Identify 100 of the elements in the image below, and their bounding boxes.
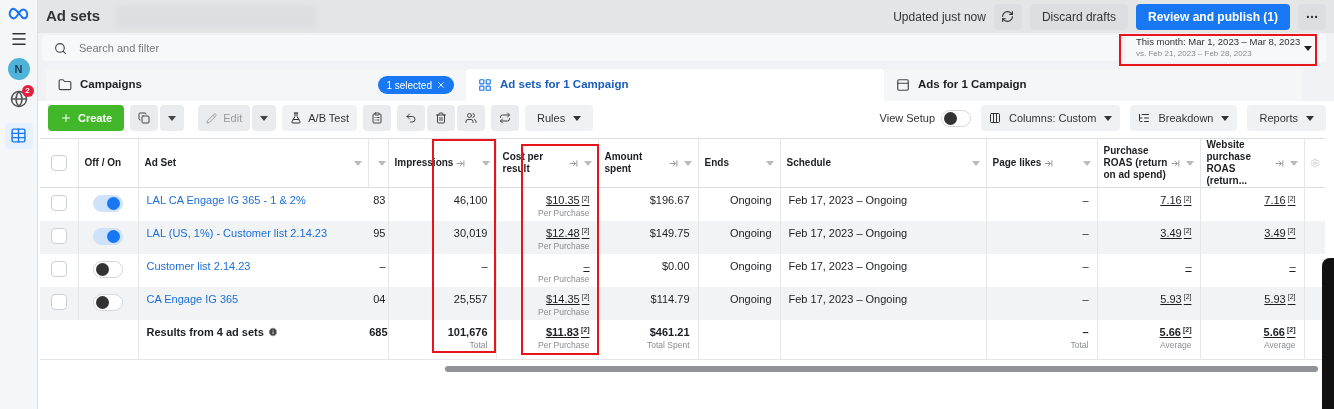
cell-value: 3.49$^{[2]}$ [1160,226,1192,239]
menu-icon[interactable] [9,30,28,48]
notifications-icon[interactable] [9,90,28,108]
refresh-button[interactable] [993,3,1022,30]
date-range-picker[interactable]: This month: Mar 1, 2023 – Mar 8, 2023 vs. Feb 21, 2023 – Feb 28, 2023 [1126,34,1326,62]
delete-button[interactable] [427,105,455,131]
undo-button[interactable] [397,105,425,131]
cell-value: $14.35$^{[2]}$ [546,292,590,305]
tab[interactable]: Ads for 1 Campaign [884,69,1302,101]
scrollbar[interactable] [445,366,1318,372]
dropdown-button[interactable] [160,105,185,131]
page-title: Ad sets [46,6,101,27]
cell-value: 7.16$^{[2]}$ [1264,194,1296,206]
trash-icon [435,112,447,124]
tab[interactable]: Ad sets for 1 Campaign [466,69,884,101]
results-label: Results from 4 ad sets [146,325,264,338]
caret-icon [1289,160,1298,166]
cell-note: Total [469,339,488,350]
cell-value: 5.66$^{[2]}$ [1159,325,1192,338]
cell-value: Feb 17, 2023 – Ongoing [788,226,908,239]
ad-set-link[interactable]: Customer list 2.14.23 [146,259,251,272]
cell-note: Per Purchase [538,208,590,218]
column-header[interactable]: Ad Set [144,157,177,169]
cell-value: 5.66$^{[2]}$ [1263,325,1296,338]
close-icon [436,80,446,90]
rules-button[interactable]: Rules [525,105,594,131]
cell-value: 25,557 [453,292,488,305]
caret-icon [353,160,362,166]
cell-note: Average [1264,339,1296,350]
caret-icon [1304,45,1313,51]
cell-value: – [1082,226,1089,239]
cell-note: Average [1160,339,1192,350]
cell-value: – [1185,259,1192,272]
ad-set-link[interactable]: LAL CA Engage IG 365 - 1 & 2% [146,194,306,206]
caret-icon [1221,115,1230,121]
people-button[interactable] [457,105,485,131]
search-field[interactable]: Search and filter [42,35,1118,61]
column-header[interactable]: Purchase ROAS (return on ad spend) [1103,145,1168,181]
cell-value: 83 [373,194,387,206]
cell-value: Ongoing [729,194,772,206]
columns-button[interactable]: Columns: Custom [981,105,1121,131]
column-header[interactable]: Website purchase ROAS (return... [1206,139,1272,187]
column-arrow-icon [568,158,578,168]
folder-icon [58,78,72,92]
cell-value: 04 [373,292,387,305]
column-header[interactable]: Page likes [992,157,1042,169]
column-header[interactable]: Ends [704,157,729,169]
swap-icon [499,112,511,124]
cell-note: Total [1070,339,1089,350]
panel-icon [896,78,910,92]
dropdown-button[interactable] [252,105,277,131]
cell-value: Ongoing [729,259,772,272]
date-compare-label: vs. Feb 21, 2023 – Feb 28, 2023 [1136,48,1252,60]
publish-button[interactable]: Review and publish (1) [1135,3,1290,30]
avatar[interactable]: N [7,58,30,80]
row-checkbox[interactable] [50,260,67,277]
caret-icon [1104,115,1113,121]
cell-note: Total Spent [646,339,690,350]
cell-value: Ongoing [729,292,772,305]
swap-button[interactable] [491,105,519,131]
cell-note: Per Purchase [538,240,590,251]
row-checkbox[interactable] [50,195,67,211]
copy-icon [138,112,151,124]
selection-badge[interactable]: 1 selected [378,76,454,94]
ad-set-link[interactable]: LAL (US, 1%) - Customer list 2.14.23 [146,226,328,239]
caret-icon [260,115,269,121]
columns-icon [989,112,1001,124]
column-header[interactable]: Schedule [786,157,831,169]
clipboard-button[interactable] [363,105,391,131]
toggle-switch[interactable] [93,227,123,245]
pencil-icon [206,112,218,124]
ad-set-link[interactable]: CA Engage IG 365 [146,292,239,305]
cell-value: 5.93$^{[2]}$ [1160,292,1192,305]
toggle-switch[interactable] [93,260,123,278]
caret-icon [168,115,177,121]
info-icon[interactable] [267,326,278,337]
toggle-switch[interactable] [941,109,971,127]
cell-value: – [1082,194,1089,206]
cell-value: 30,019 [453,226,488,239]
tab[interactable]: Campaigns 1 selected [46,69,466,101]
breakdown-button[interactable]: Breakdown [1130,105,1238,131]
column-header[interactable]: Amount spent [604,151,666,175]
reports-button[interactable]: Reports [1247,105,1326,131]
ab-test-button[interactable]: A/B Test [282,105,357,131]
select-all-checkbox[interactable] [50,155,67,171]
update-status: Updated just now [893,8,986,26]
row-checkbox[interactable] [50,293,67,310]
toggle-switch[interactable] [93,293,123,311]
cell-value: 685 [369,325,388,338]
cell-value: $114.79 [650,292,690,305]
discard-button[interactable]: Discard drafts [1029,3,1128,30]
cell-value: 7.16$^{[2]}$ [1160,194,1192,206]
caret-icon [683,160,692,166]
clipboard-icon [371,112,383,124]
column-header[interactable]: Off / On [84,157,122,169]
cell-value: Ongoing [729,226,772,239]
toggle-switch[interactable] [93,195,123,212]
row-checkbox[interactable] [50,227,67,244]
cell-value: Feb 17, 2023 – Ongoing [788,292,908,305]
table-icon[interactable] [4,122,33,149]
